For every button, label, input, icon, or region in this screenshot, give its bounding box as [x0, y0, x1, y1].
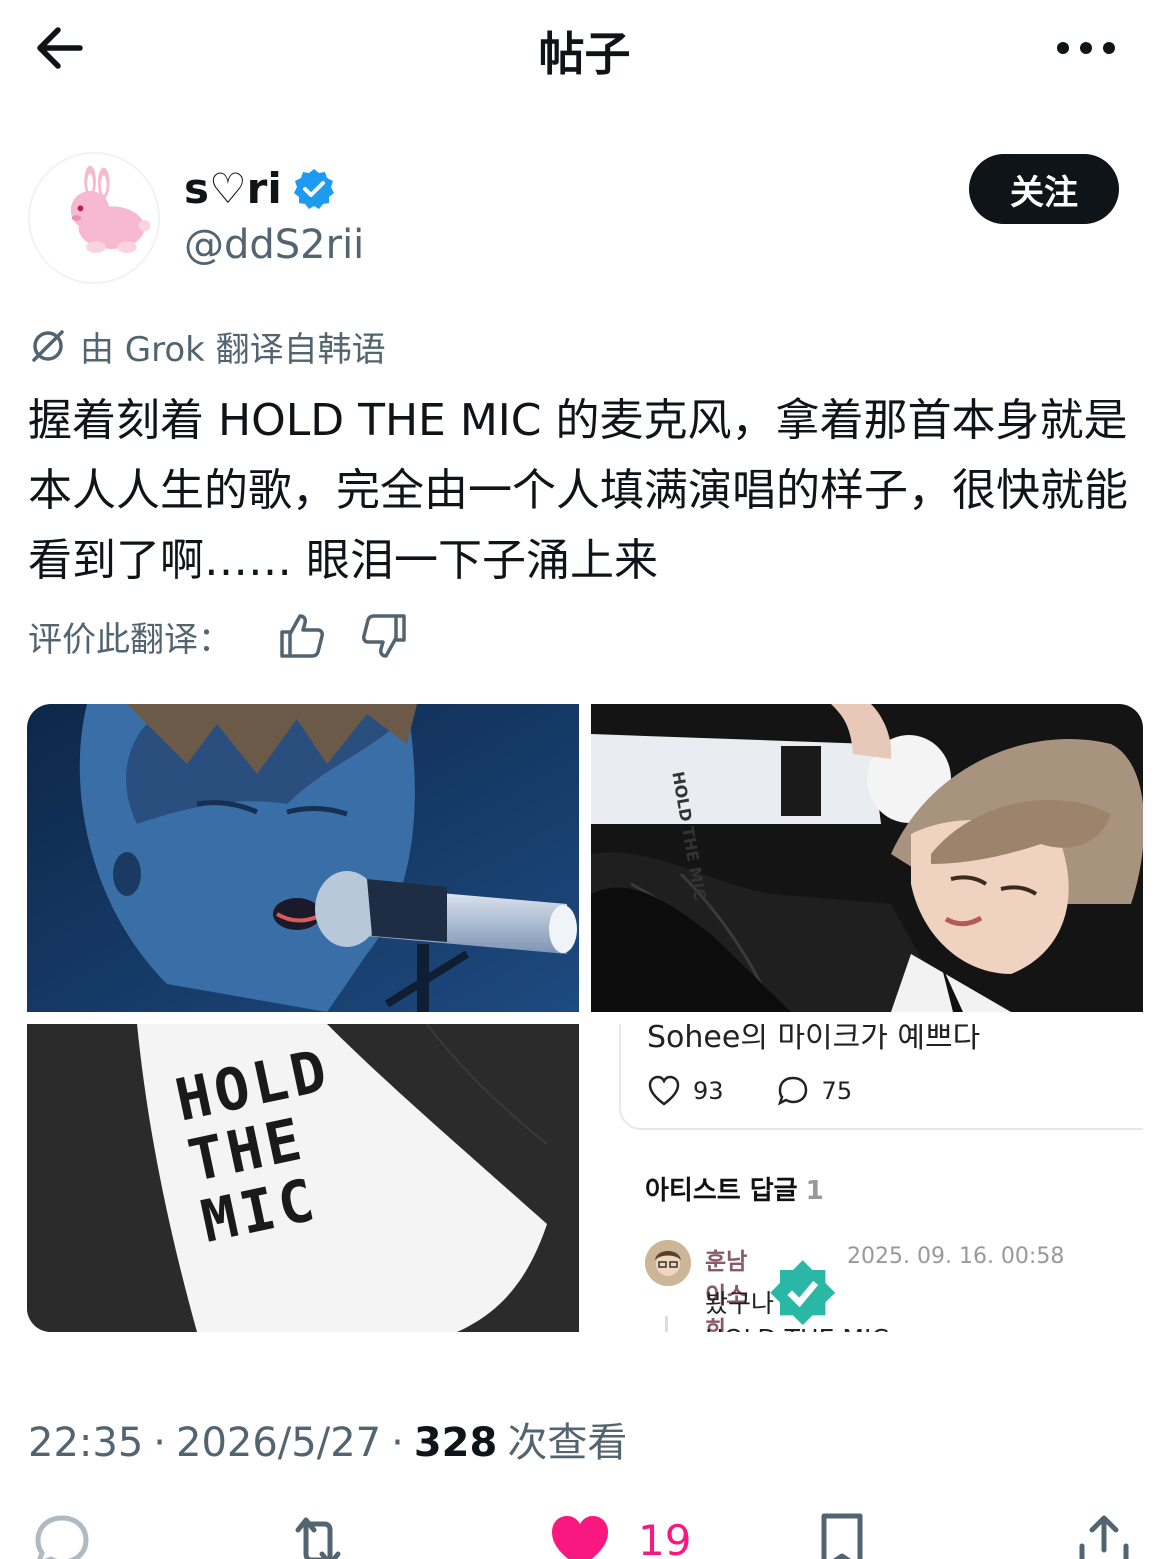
cut-comment-text: Sohee의 마이크가 예쁘다 [647, 1024, 981, 1055]
reply-quote-bar [665, 1316, 668, 1332]
follow-button[interactable]: 关注 [969, 154, 1119, 224]
page-title: 帖子 [538, 27, 631, 81]
section-title: 아티스트 답글 [645, 1176, 798, 1206]
repost-icon[interactable] [286, 1510, 350, 1559]
photo-selfie-with-mic[interactable]: HOLD THE MIC [591, 704, 1143, 1012]
views-label: 次查看 [507, 1420, 628, 1466]
author-name-row[interactable]: s♡ri [184, 164, 336, 213]
reply-cut-text: HOLD THE MIC [705, 1324, 889, 1332]
views-count[interactable]: 328 [414, 1420, 498, 1466]
like-count: 19 [638, 1516, 692, 1559]
section-count: 1 [805, 1176, 824, 1206]
thumbs-down-icon[interactable] [358, 610, 410, 662]
reply-date: 2025. 09. 16. 00:58 [847, 1244, 1065, 1269]
comment-count: 75 [821, 1077, 853, 1105]
author-name[interactable]: s♡ri [184, 164, 282, 213]
author-handle[interactable]: @ddS2rii [184, 222, 364, 268]
photo-mic-closeup[interactable]: HOLD THE MIC [27, 1024, 579, 1332]
grok-icon [32, 330, 64, 362]
post-meta: 22:35 · 2026/5/27 · 328 次查看 [28, 1410, 627, 1468]
reply-text: 봤구나 [705, 1289, 775, 1318]
verified-badge-icon [293, 168, 334, 209]
post-text: 握着刻着 HOLD THE MIC 的麦克风，拿着那首本身就是本人人生的歌，完全… [28, 395, 1128, 586]
meta-separator-2: · [391, 1420, 404, 1466]
reply-verified-icon [770, 1260, 836, 1326]
comment-bubble-icon [777, 1076, 807, 1106]
rate-translation-label: 评价此翻译： [28, 619, 232, 660]
translation-notice[interactable]: 由 Grok 翻译自韩语 [28, 322, 386, 370]
author-avatar[interactable] [28, 152, 160, 284]
photo-singer-stage[interactable] [27, 704, 579, 1012]
action-bar: 19 [0, 1500, 1169, 1559]
post-date: 2026/5/27 [176, 1420, 382, 1466]
media-grid: HOLD THE MIC HOLD THE MIC Sohee의 마이크가 예쁘… [27, 704, 1143, 1332]
top-bar: 帖子 [0, 0, 1169, 96]
translation-notice-text: 由 Grok 翻译自韩语 [80, 329, 386, 370]
reply-avatar [645, 1240, 691, 1286]
thumbs-up-icon[interactable] [276, 610, 328, 662]
like-icon[interactable] [548, 1510, 612, 1559]
meta-separator: · [153, 1420, 166, 1466]
post-time: 22:35 [28, 1420, 144, 1466]
post-detail-page: 帖子 s♡ri @ddS2rii 关注 由 Grok 翻译自韩语 握着刻着 HO… [0, 0, 1169, 1559]
artist-reply-section: 아티스트 답글 1 [645, 1170, 824, 1207]
comment-screenshot[interactable]: Sohee의 마이크가 예쁘다 93 75 아티스트 답글 1 훈남이소희 20… [591, 1024, 1143, 1332]
share-icon[interactable] [1072, 1510, 1136, 1559]
comment-like-count: 93 [693, 1077, 724, 1105]
comment-stats: 93 75 [647, 1074, 852, 1108]
more-icon[interactable] [1055, 28, 1117, 68]
reply-icon[interactable] [30, 1510, 94, 1559]
bookmark-icon[interactable] [810, 1510, 874, 1559]
rate-translation-row: 评价此翻译： [28, 608, 410, 664]
heart-outline-icon [648, 1075, 680, 1106]
